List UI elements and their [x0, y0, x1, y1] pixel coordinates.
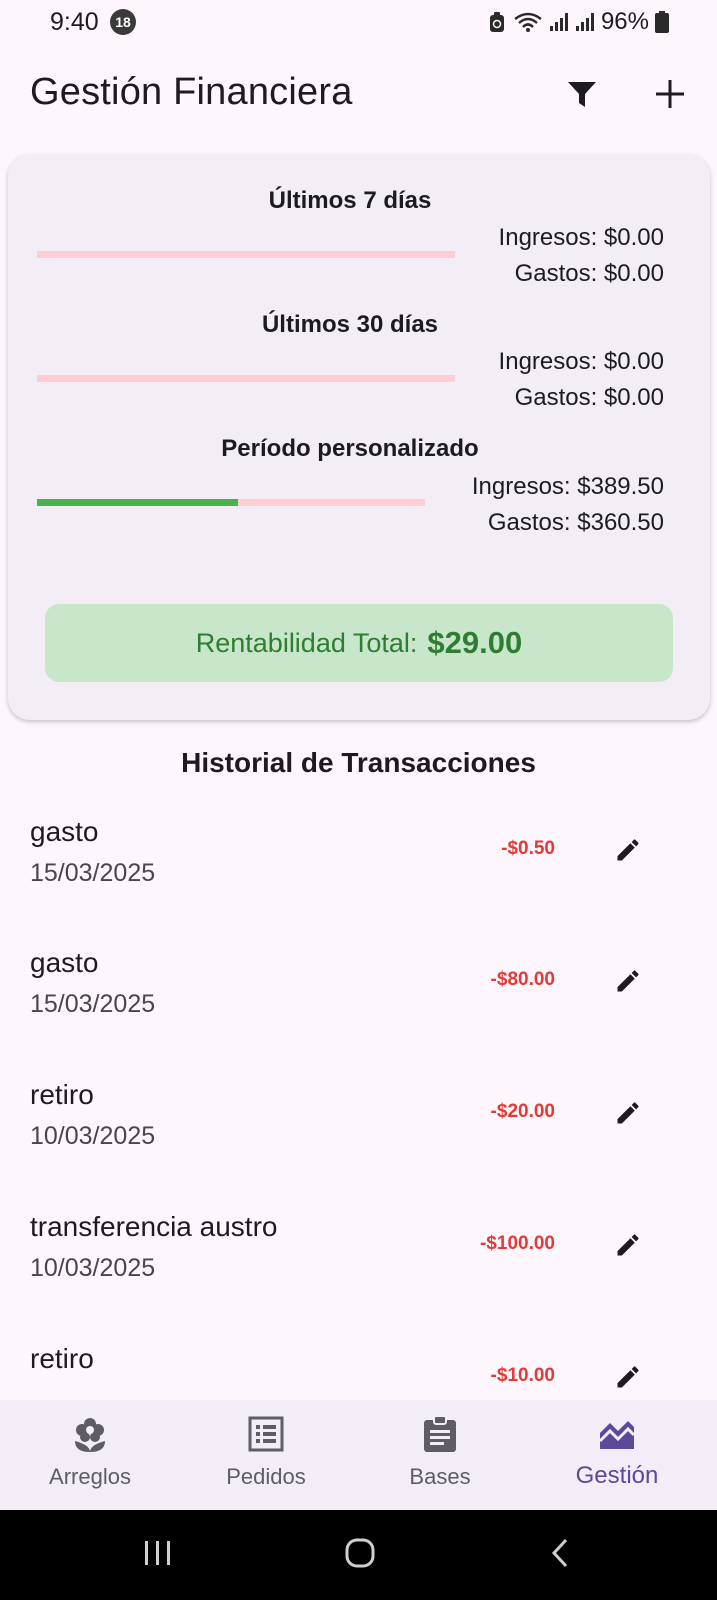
filter-button[interactable] — [558, 72, 606, 120]
transaction-row[interactable]: gasto 15/03/2025 -$80.00 — [0, 947, 717, 1081]
transaction-amount: -$0.50 — [501, 838, 555, 859]
profit-label: Rentabilidad Total: — [195, 627, 418, 658]
transaction-row[interactable]: transferencia austro 10/03/2025 -$100.00 — [0, 1211, 717, 1345]
screen: 9:40 18 96% Gestión Financiera Últimos 7… — [0, 0, 717, 1600]
chart-icon — [527, 1414, 707, 1454]
transaction-date: 15/03/2025 — [30, 990, 156, 1018]
nav-item-gestion[interactable]: Gestión — [527, 1400, 707, 1510]
list-icon — [176, 1414, 356, 1454]
status-icons: 96% — [487, 8, 669, 36]
back-button[interactable] — [530, 1530, 590, 1580]
page-title: Gestión Financiera — [30, 71, 353, 113]
period-title-30-days: Últimos 30 días — [261, 311, 439, 338]
home-icon — [344, 1537, 376, 1574]
flower-icon — [0, 1414, 180, 1454]
transaction-name: retiro — [30, 1079, 94, 1110]
income-amount-30-days: Ingresos: $0.00 — [498, 348, 664, 375]
income-amount-custom: Ingresos: $389.50 — [471, 473, 664, 500]
transaction-amount: -$10.00 — [490, 1365, 555, 1386]
transaction-date: 15/03/2025 — [30, 859, 156, 887]
add-icon — [655, 79, 685, 114]
income-expense-bar-7-days — [37, 251, 455, 258]
nav-label: Pedidos — [226, 1464, 306, 1489]
expense-amount-30-days: Gastos: $0.00 — [514, 384, 664, 411]
transaction-name: transferencia austro — [30, 1211, 278, 1242]
income-bar-fill — [37, 499, 239, 506]
nav-label: Arreglos — [49, 1464, 131, 1489]
nav-label: Bases — [409, 1464, 471, 1489]
pencil-icon — [614, 967, 642, 1000]
pencil-icon — [614, 1099, 642, 1132]
income-expense-bar-30-days — [37, 375, 455, 382]
edit-transaction-button[interactable] — [604, 1355, 652, 1403]
transaction-row[interactable]: gasto 15/03/2025 -$0.50 — [0, 816, 717, 950]
status-bar: 9:40 18 96% — [0, 0, 717, 44]
total-profit-box: Rentabilidad Total: $29.00 — [45, 604, 673, 682]
battery-icon — [655, 11, 669, 33]
recent-apps-button[interactable] — [128, 1530, 188, 1580]
pencil-icon — [614, 1231, 642, 1264]
history-title: Historial de Transacciones — [181, 747, 536, 778]
expense-amount-7-days: Gastos: $0.00 — [514, 260, 664, 287]
home-button[interactable] — [330, 1530, 390, 1580]
income-amount-7-days: Ingresos: $0.00 — [498, 224, 664, 251]
nav-item-pedidos[interactable]: Pedidos — [176, 1400, 356, 1510]
transaction-name: retiro — [30, 1343, 94, 1374]
pencil-icon — [614, 836, 642, 869]
pencil-icon — [614, 1363, 642, 1396]
edit-transaction-button[interactable] — [604, 828, 652, 876]
recent-apps-icon — [143, 1539, 173, 1572]
signal-icon-2 — [575, 11, 595, 33]
transaction-row[interactable]: retiro 10/03/2025 -$20.00 — [0, 1079, 717, 1213]
system-navigation-bar — [0, 1510, 717, 1600]
notification-count-badge: 18 — [110, 9, 136, 35]
transaction-amount: -$100.00 — [479, 1233, 555, 1254]
edit-transaction-button[interactable] — [604, 1091, 652, 1139]
filter-icon — [567, 80, 597, 113]
period-title-custom: Período personalizado — [221, 435, 479, 462]
signal-icon-1 — [549, 11, 569, 33]
nav-item-bases[interactable]: Bases — [350, 1400, 530, 1510]
battery-percent: 96% — [600, 8, 649, 35]
transaction-date: 10/03/2025 — [30, 1122, 156, 1150]
transaction-name: gasto — [30, 816, 99, 847]
nav-label: Gestión — [575, 1462, 659, 1489]
wifi-icon — [513, 11, 543, 33]
bottom-navigation: Arreglos Pedidos Bases Gestión — [0, 1400, 717, 1510]
transaction-name: gasto — [30, 947, 99, 978]
edit-transaction-button[interactable] — [604, 1223, 652, 1271]
back-icon — [549, 1537, 571, 1574]
status-time: 9:40 — [50, 8, 99, 36]
add-transaction-button[interactable] — [646, 72, 694, 120]
transaction-date: 10/03/2025 — [30, 1254, 156, 1282]
transaction-amount: -$80.00 — [490, 969, 555, 990]
edit-transaction-button[interactable] — [604, 959, 652, 1007]
transaction-amount: -$20.00 — [490, 1101, 555, 1122]
summary-card: Últimos 7 días Ingresos: $0.00 Gastos: $… — [8, 154, 710, 720]
income-expense-bar-custom — [37, 499, 425, 506]
profit-value: $29.00 — [427, 625, 523, 660]
period-title-7-days: Últimos 7 días — [268, 187, 432, 214]
nav-item-arreglos[interactable]: Arreglos — [0, 1400, 180, 1510]
recycle-notification-icon — [487, 11, 507, 33]
clipboard-icon — [350, 1414, 530, 1454]
expense-amount-custom: Gastos: $360.50 — [487, 509, 664, 536]
